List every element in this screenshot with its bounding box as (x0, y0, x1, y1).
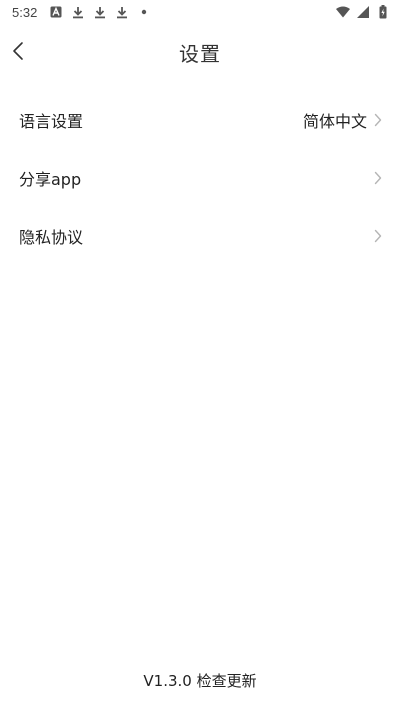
privacy-policy-right (373, 228, 383, 244)
share-app-right (373, 170, 383, 186)
download-icon (93, 5, 107, 19)
download-icon (71, 5, 85, 19)
privacy-policy-row[interactable]: 隐私协议 (0, 207, 400, 265)
status-time: 5:32 (12, 4, 38, 20)
chevron-right-icon (373, 112, 383, 128)
share-app-row[interactable]: 分享app (0, 149, 400, 207)
wifi-icon (336, 5, 350, 19)
privacy-policy-label: 隐私协议 (19, 228, 84, 247)
status-bar-left: 5:32 (12, 5, 151, 20)
chevron-right-icon (373, 170, 383, 186)
a-badge-icon (49, 5, 63, 19)
battery-charging-icon (376, 5, 390, 19)
language-value: 简体中文 (302, 112, 367, 131)
status-bar-right (336, 5, 390, 19)
language-setting-row[interactable]: 语言设置 简体中文 (0, 91, 400, 149)
dot-icon (137, 5, 151, 19)
page-title: 设置 (179, 42, 221, 66)
header: 设置 (0, 24, 400, 82)
chevron-right-icon (373, 228, 383, 244)
settings-list: 语言设置 简体中文 分享app 隐私协议 (0, 91, 400, 265)
check-update-button[interactable]: V1.3.0 检查更新 (0, 670, 400, 691)
signal-icon (356, 5, 370, 19)
status-bar: 5:32 (0, 0, 400, 24)
share-app-label: 分享app (19, 170, 82, 189)
language-setting-label: 语言设置 (19, 112, 84, 131)
download-icon (115, 5, 129, 19)
language-setting-right: 简体中文 (303, 108, 383, 132)
